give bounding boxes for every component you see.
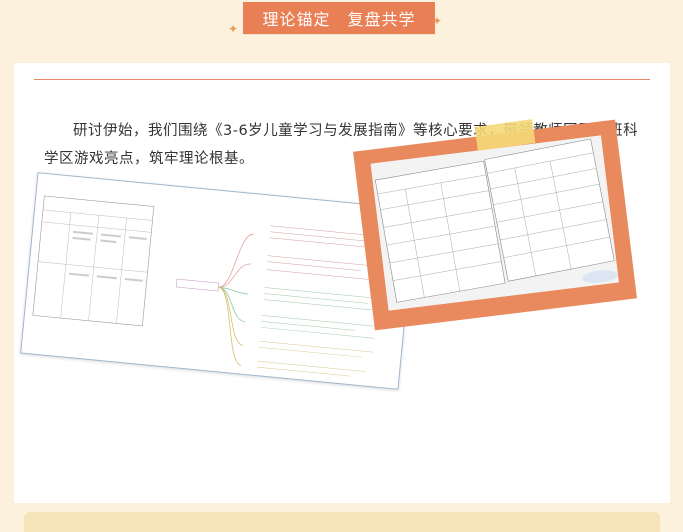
framed-photo [353, 119, 637, 331]
section-title-banner: 理论锚定 复盘共学 [243, 2, 435, 34]
photo-tables-handout [370, 135, 619, 311]
sparkle-icon: ✦ [432, 14, 443, 28]
mindmap-image [32, 195, 385, 377]
section-title: 理论锚定 复盘共学 [262, 10, 416, 29]
next-section-strip [24, 512, 660, 532]
tables-image [370, 135, 619, 311]
photo-mindmap-handout [20, 172, 416, 390]
divider [34, 79, 650, 80]
sparkle-icon: ✦ [228, 22, 239, 36]
